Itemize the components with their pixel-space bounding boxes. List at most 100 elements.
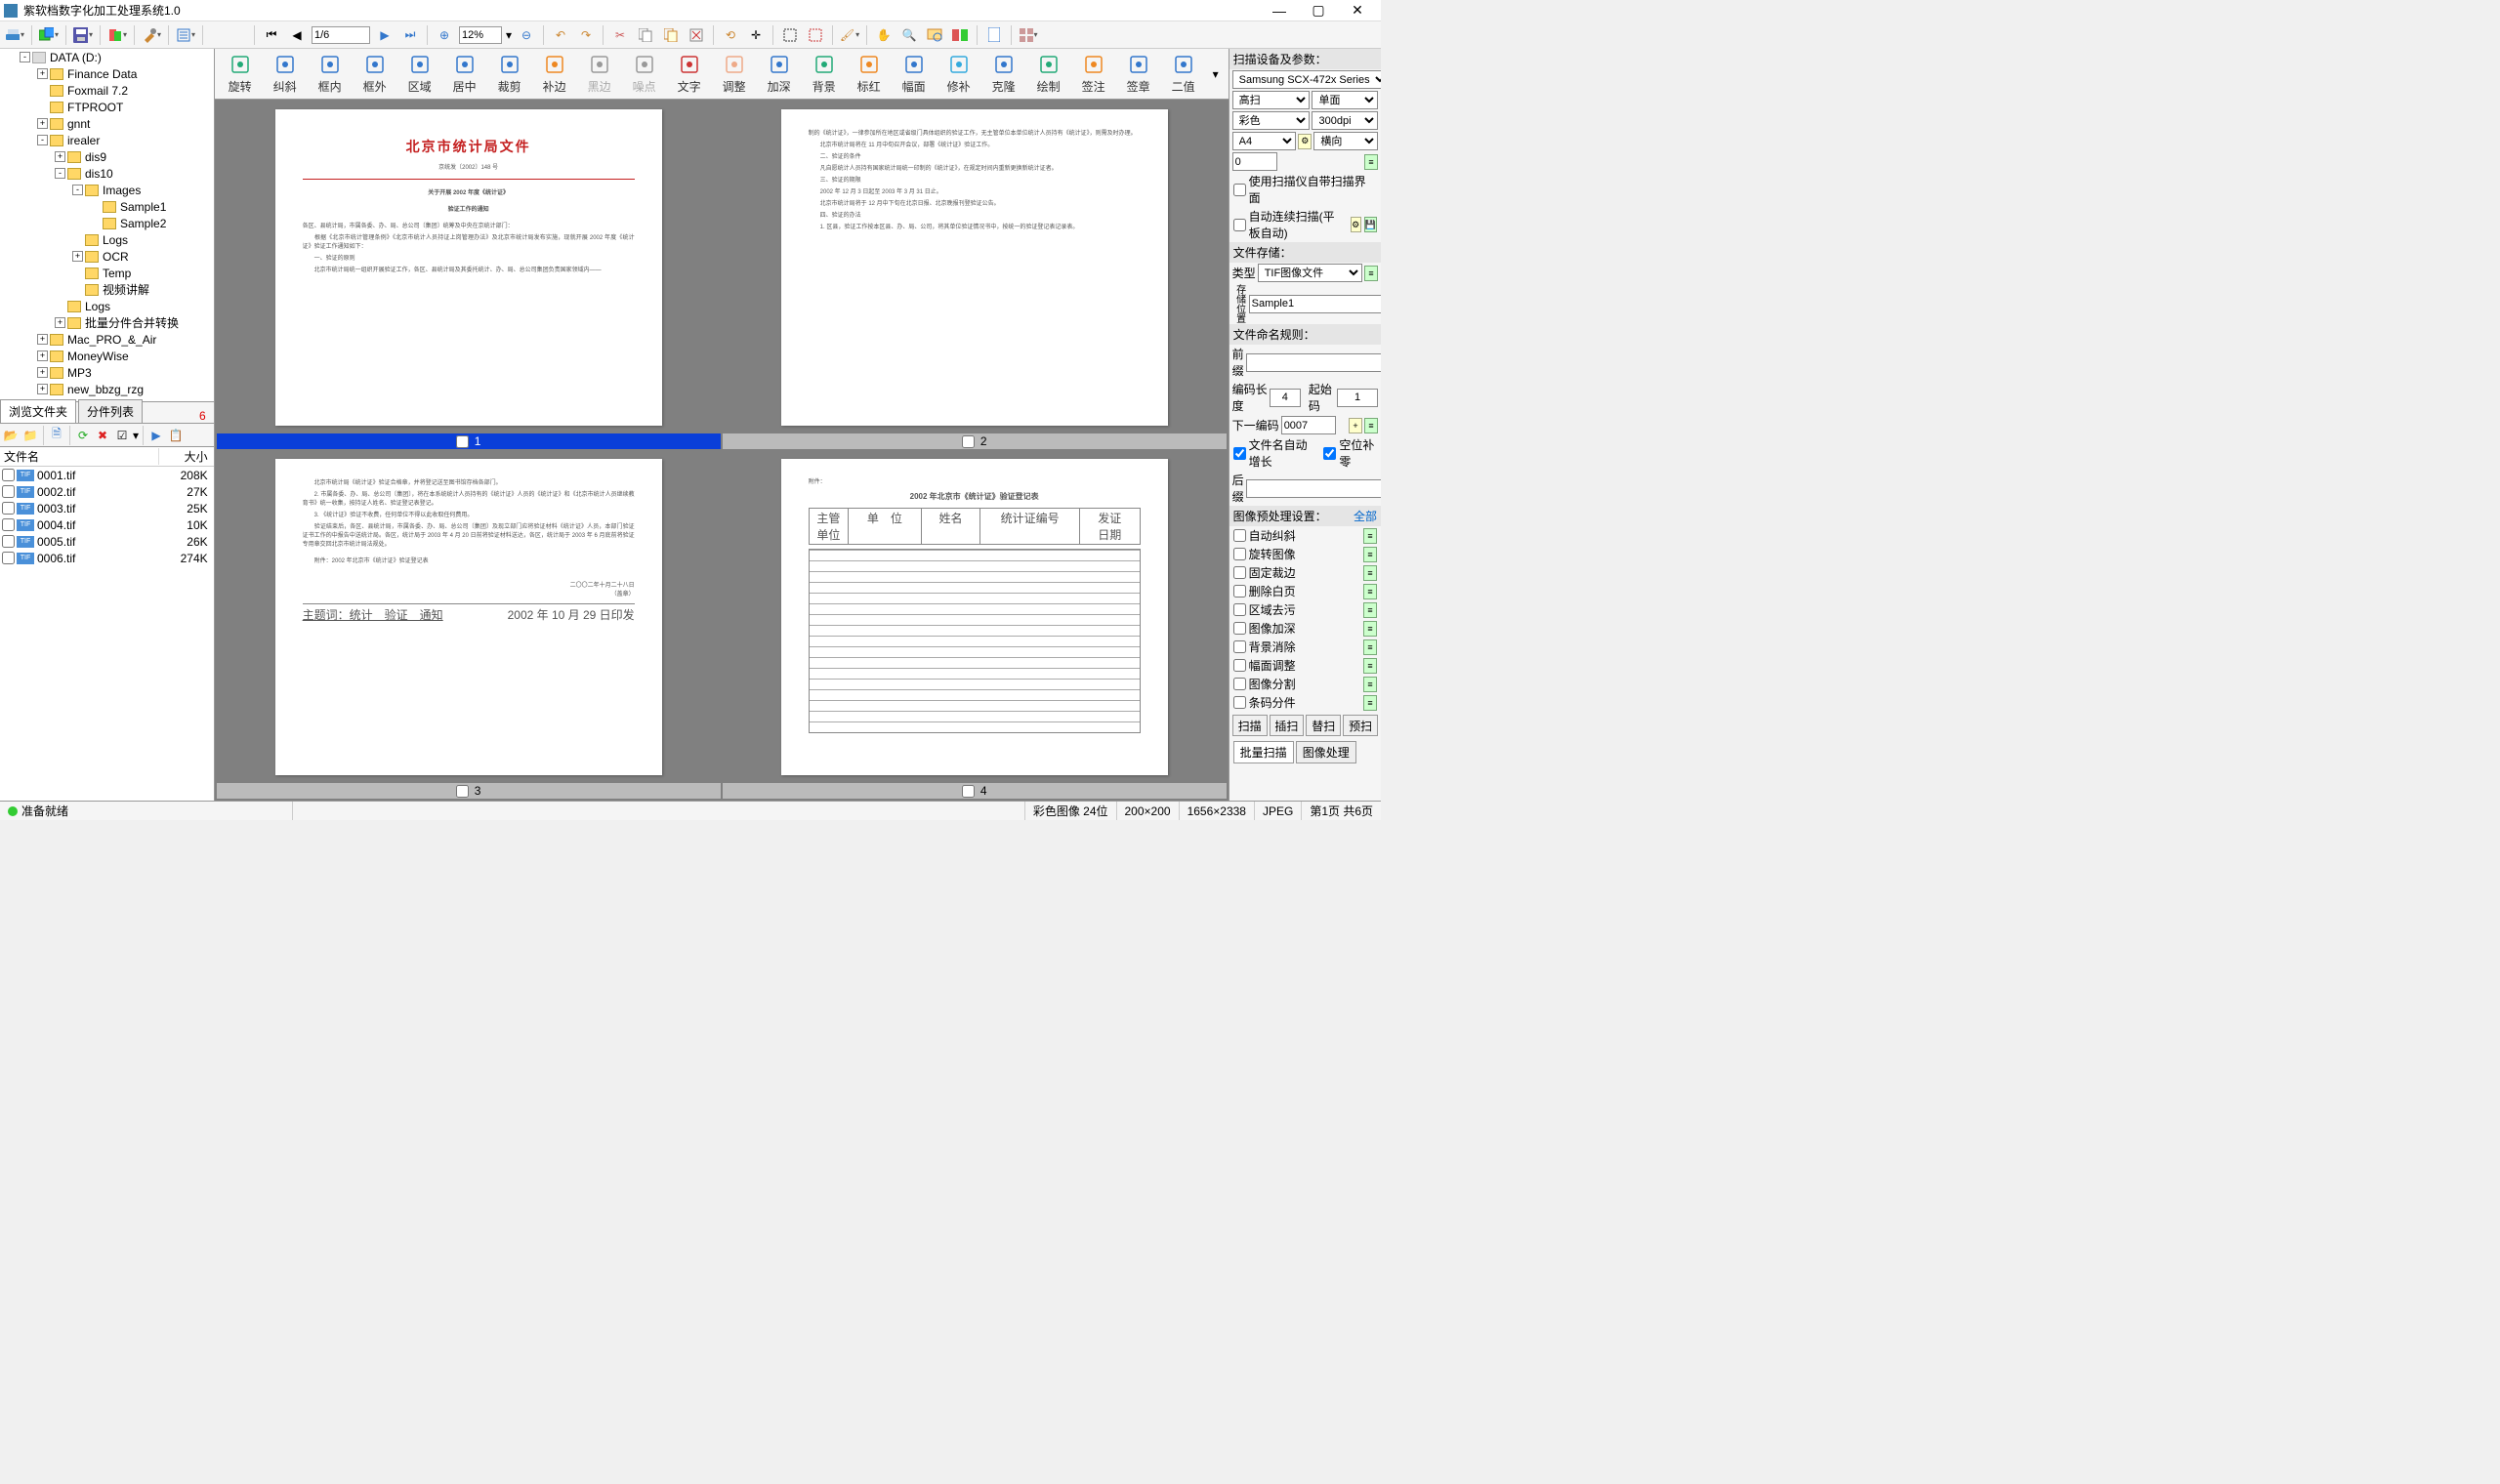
- tree-node[interactable]: FTPROOT: [0, 99, 214, 115]
- zoom-out-button[interactable]: ⊖: [516, 24, 537, 46]
- preproc-config-icon[interactable]: ≡: [1363, 695, 1377, 711]
- preproc-config-icon[interactable]: ≡: [1363, 639, 1377, 655]
- copy-button[interactable]: [635, 24, 656, 46]
- type-config-icon[interactable]: ≡: [1364, 266, 1378, 281]
- scanner-select[interactable]: Samsung SCX-472x Series: [1232, 70, 1381, 89]
- scan-button[interactable]: ▾: [4, 24, 25, 46]
- tree-expand-icon[interactable]: +: [37, 350, 48, 361]
- tree-node[interactable]: +new_bbzg_rzg: [0, 381, 214, 397]
- preproc-config-icon[interactable]: ≡: [1363, 677, 1377, 692]
- thumb-1-checkbox[interactable]: [456, 435, 469, 448]
- builtin-ui-checkbox[interactable]: [1233, 184, 1246, 196]
- op-deepen-button[interactable]: 加深: [758, 51, 801, 98]
- thumb-3[interactable]: 北京市统计局《统计证》验证合格章，并将登记送至图书馆存档各部门。 2. 市属各委…: [217, 451, 721, 799]
- op-frame-in-button[interactable]: 框内: [309, 51, 352, 98]
- preproc-checkbox[interactable]: [1233, 529, 1246, 542]
- redo-button[interactable]: ↷: [575, 24, 597, 46]
- op-patch-button[interactable]: 修补: [938, 51, 980, 98]
- list-button[interactable]: ▾: [175, 24, 196, 46]
- auto-settings-icon[interactable]: ⚙: [1351, 217, 1361, 232]
- file-row[interactable]: TIF0006.tif274K: [0, 550, 214, 566]
- tree-node[interactable]: +MoneyWise: [0, 348, 214, 364]
- thumb-2-checkbox[interactable]: [962, 435, 975, 448]
- brush-button[interactable]: 🖌▾: [839, 24, 860, 46]
- next-code-config-icon[interactable]: ≡: [1364, 418, 1378, 433]
- thumb-3-checkbox[interactable]: [456, 785, 469, 798]
- preproc-config-icon[interactable]: ≡: [1363, 528, 1377, 544]
- tree-expand-icon[interactable]: -: [37, 135, 48, 145]
- tree-node[interactable]: 视频讲解: [0, 281, 214, 298]
- crosshair-button[interactable]: ✛: [745, 24, 767, 46]
- prefix-input[interactable]: [1246, 353, 1381, 372]
- tree-expand-icon[interactable]: +: [37, 118, 48, 129]
- hand-button[interactable]: ✋: [873, 24, 895, 46]
- thumb-2-caption[interactable]: 2: [723, 433, 1227, 449]
- page-input[interactable]: [312, 26, 370, 44]
- op-deskew-button[interactable]: 纠斜: [264, 51, 307, 98]
- preproc-checkbox[interactable]: [1233, 622, 1246, 635]
- paste-button[interactable]: [660, 24, 682, 46]
- page-button[interactable]: [983, 24, 1005, 46]
- thumb-3-caption[interactable]: 3: [217, 783, 721, 799]
- file-header-size[interactable]: 大小: [159, 448, 214, 465]
- op-background-button[interactable]: 背景: [803, 51, 846, 98]
- preproc-checkbox[interactable]: [1233, 696, 1246, 709]
- file-row[interactable]: TIF0005.tif26K: [0, 533, 214, 550]
- tree-node[interactable]: -DATA (D:): [0, 49, 214, 65]
- tree-node[interactable]: +Mac_PRO_&_Air: [0, 331, 214, 348]
- op-crop-button[interactable]: 裁剪: [488, 51, 531, 98]
- preproc-checkbox[interactable]: [1233, 640, 1246, 653]
- tree-node[interactable]: Logs: [0, 231, 214, 248]
- preproc-config-icon[interactable]: ≡: [1363, 547, 1377, 562]
- tree-expand-icon[interactable]: +: [37, 334, 48, 345]
- side-select[interactable]: 单面: [1312, 91, 1378, 109]
- code-len-input[interactable]: [1270, 389, 1301, 407]
- tree-node[interactable]: Sample1: [0, 198, 214, 215]
- op-clone-button[interactable]: 克隆: [982, 51, 1025, 98]
- scan-mode-select[interactable]: 高扫: [1232, 91, 1311, 109]
- magnifier-button[interactable]: 🔍: [898, 24, 920, 46]
- new-folder-button[interactable]: 📁: [21, 427, 39, 444]
- minimize-button[interactable]: —: [1260, 1, 1299, 21]
- thumb-4[interactable]: 附件： 2002 年北京市《统计证》验证登记表 主管单位 单 位 姓名 统计证编…: [723, 451, 1227, 799]
- ops-overflow-icon[interactable]: ▾: [1207, 67, 1225, 81]
- preproc-checkbox[interactable]: [1233, 678, 1246, 690]
- file-row[interactable]: TIF0001.tif208K: [0, 467, 214, 483]
- cut-button[interactable]: ✂: [609, 24, 631, 46]
- count-start-input[interactable]: [1232, 152, 1277, 171]
- config-icon[interactable]: ≡: [1364, 154, 1378, 170]
- op-annotate-button[interactable]: 签注: [1072, 51, 1115, 98]
- thumb-1[interactable]: 北京市统计局文件 京统发〔2002〕148 号 关于开展 2002 年度《统计证…: [217, 102, 721, 449]
- tree-node[interactable]: +gnnt: [0, 115, 214, 132]
- file-checkbox[interactable]: [2, 535, 15, 548]
- preproc-config-icon[interactable]: ≡: [1363, 584, 1377, 599]
- tree-node[interactable]: Temp: [0, 265, 214, 281]
- file-row[interactable]: TIF0003.tif25K: [0, 500, 214, 516]
- file-checkbox[interactable]: [2, 485, 15, 498]
- tree-node[interactable]: +OCR: [0, 248, 214, 265]
- paper-select[interactable]: A4: [1232, 132, 1297, 150]
- tree-node[interactable]: Logs: [0, 298, 214, 314]
- op-pad-button[interactable]: 补边: [533, 51, 576, 98]
- refresh-button[interactable]: ⟳: [74, 427, 92, 444]
- insert-scan-button[interactable]: 插扫: [1270, 715, 1305, 736]
- tree-node[interactable]: -Images: [0, 182, 214, 198]
- preprocess-all-link[interactable]: 全部: [1354, 508, 1377, 524]
- log-button[interactable]: 📋: [167, 427, 185, 444]
- suffix-input[interactable]: [1246, 479, 1381, 498]
- padzero-checkbox[interactable]: [1323, 447, 1336, 460]
- preproc-config-icon[interactable]: ≡: [1363, 621, 1377, 637]
- tree-node[interactable]: Sample2: [0, 215, 214, 231]
- auto-save-icon[interactable]: 💾: [1364, 217, 1377, 232]
- replace-scan-button[interactable]: 替扫: [1306, 715, 1341, 736]
- file-checkbox[interactable]: [2, 502, 15, 515]
- tree-expand-icon[interactable]: +: [72, 251, 83, 262]
- op-center-button[interactable]: 居中: [443, 51, 486, 98]
- play-button[interactable]: ▶: [147, 427, 165, 444]
- file-checkbox[interactable]: [2, 469, 15, 481]
- next-code-input[interactable]: [1281, 416, 1336, 434]
- save-button[interactable]: ▾: [72, 24, 94, 46]
- autogrow-checkbox[interactable]: [1233, 447, 1246, 460]
- prev-page-button[interactable]: ◀: [286, 24, 308, 46]
- thumb-4-caption[interactable]: 4: [723, 783, 1227, 799]
